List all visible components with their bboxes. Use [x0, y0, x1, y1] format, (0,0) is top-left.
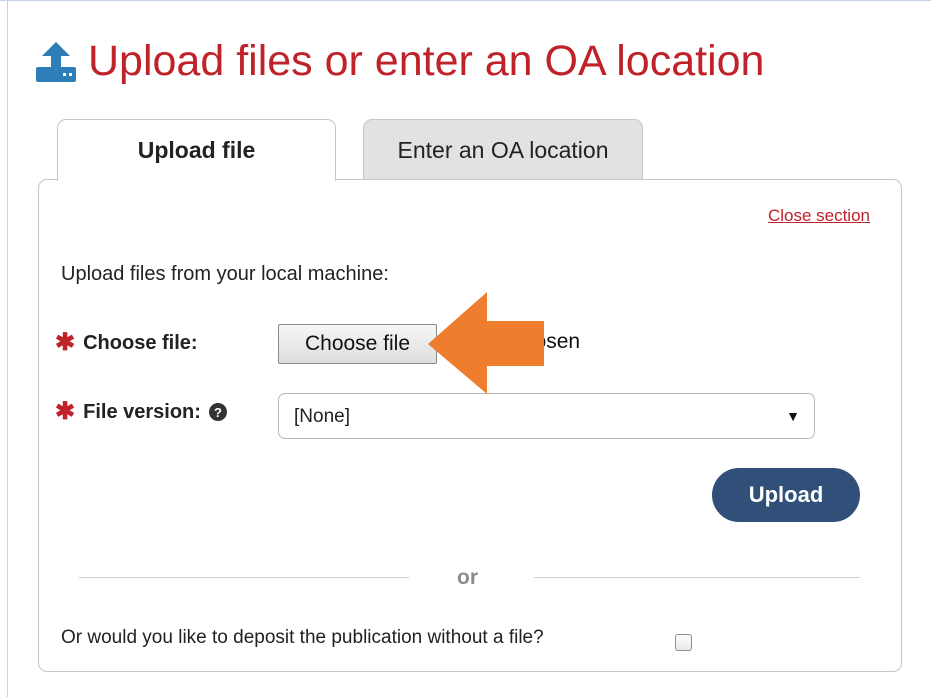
page-border-top — [0, 0, 931, 1]
file-version-selected-value: [None] — [294, 406, 350, 427]
choose-file-label-text: Choose file: — [83, 331, 198, 354]
tab-enter-oa-location[interactable]: Enter an OA location — [363, 119, 643, 180]
file-version-label: ✱ File version: ? — [55, 400, 227, 424]
or-separator: or — [457, 566, 478, 589]
upload-icon — [36, 42, 76, 82]
deposit-without-file-label: Or would you like to deposit the publica… — [61, 627, 544, 648]
upload-intro-text: Upload files from your local machine: — [61, 263, 389, 285]
dropdown-caret-icon: ▼ — [786, 408, 800, 424]
upload-panel: Close section Upload files from your loc… — [38, 179, 902, 672]
upload-button[interactable]: Upload — [712, 468, 860, 522]
choose-file-label: ✱ Choose file: — [55, 331, 198, 355]
file-version-label-text: File version: — [83, 400, 201, 423]
section-heading: Upload files or enter an OA location — [36, 33, 764, 89]
required-asterisk-icon: ✱ — [55, 398, 76, 425]
tab-upload-file[interactable]: Upload file — [57, 119, 336, 181]
required-asterisk-icon: ✱ — [55, 329, 76, 356]
file-version-select[interactable]: [None] ▼ — [278, 393, 815, 439]
page-border-left — [7, 0, 8, 697]
page-title: Upload files or enter an OA location — [88, 36, 765, 85]
orange-arrow-icon — [428, 292, 544, 394]
divider-right — [534, 577, 860, 578]
question-circle-icon[interactable]: ? — [208, 403, 227, 421]
divider-left — [79, 577, 409, 578]
deposit-without-file-checkbox[interactable] — [675, 634, 692, 651]
close-section-link[interactable]: Close section — [768, 206, 870, 226]
choose-file-button[interactable]: Choose file — [278, 324, 437, 364]
